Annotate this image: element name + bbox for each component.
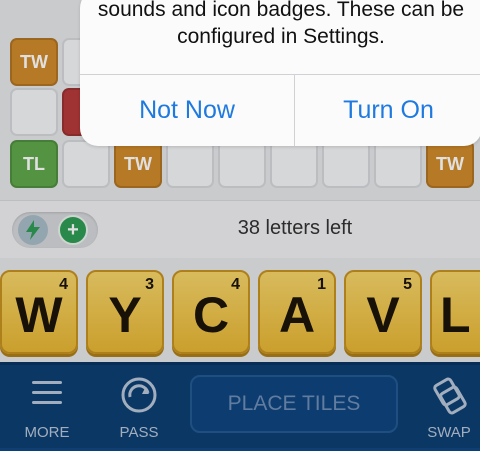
rack-tile[interactable]: L: [430, 270, 480, 354]
board-cell-triple-word[interactable]: TW: [10, 38, 58, 86]
tile-letter: L: [440, 287, 471, 343]
notification-permission-alert: sounds and icon badges. These can be con…: [80, 0, 480, 146]
not-now-button[interactable]: Not Now: [80, 75, 294, 146]
board-cell[interactable]: [218, 140, 266, 188]
board-cell-triple-letter[interactable]: TL: [10, 140, 58, 188]
board-cell[interactable]: [166, 140, 214, 188]
bottom-toolbar: MORE PASS PLACE TILES SWAP: [0, 362, 480, 451]
board-cell-triple-word[interactable]: TW: [114, 140, 162, 188]
board-cell[interactable]: [374, 140, 422, 188]
tile-points: 4: [59, 276, 68, 293]
swap-icon: [433, 377, 467, 415]
rack-tile[interactable]: A 1: [258, 270, 336, 354]
plus-icon[interactable]: +: [58, 215, 88, 245]
rack-tile[interactable]: C 4: [172, 270, 250, 354]
tile-points: 3: [145, 276, 154, 293]
tile-letter: Y: [108, 287, 142, 343]
tile-rack: W 4 Y 3 C 4 A 1 V 5 L: [0, 258, 480, 362]
rack-tile[interactable]: V 5: [344, 270, 422, 354]
lightning-icon[interactable]: [18, 215, 48, 245]
board-cell[interactable]: [62, 140, 110, 188]
more-button[interactable]: MORE: [12, 373, 82, 447]
swap-button[interactable]: SWAP: [414, 373, 480, 447]
powerup-pill[interactable]: +: [12, 212, 98, 248]
alert-message: sounds and icon badges. These can be con…: [97, 0, 465, 48]
board-cell[interactable]: [270, 140, 318, 188]
status-bar: + 38 letters left: [0, 200, 480, 259]
board-cell-triple-word[interactable]: TW: [426, 140, 474, 188]
pass-button[interactable]: PASS: [104, 373, 174, 447]
tile-letter: W: [15, 287, 63, 343]
turn-on-button[interactable]: Turn On: [295, 75, 480, 146]
tile-letter: V: [366, 287, 400, 343]
rack-tile[interactable]: Y 3: [86, 270, 164, 354]
place-tiles-button[interactable]: PLACE TILES: [190, 375, 398, 433]
tile-points: 4: [231, 276, 240, 293]
hamburger-icon: [32, 381, 62, 404]
board-cell[interactable]: [10, 88, 58, 136]
tile-letter: C: [192, 287, 230, 343]
board-cell[interactable]: [322, 140, 370, 188]
tile-letter: A: [278, 287, 316, 343]
tile-points: 1: [317, 276, 326, 293]
pass-icon: [121, 377, 157, 413]
tile-points: 5: [403, 276, 412, 293]
rack-tile[interactable]: W 4: [0, 270, 78, 354]
letters-left-label: 38 letters left: [237, 217, 353, 239]
